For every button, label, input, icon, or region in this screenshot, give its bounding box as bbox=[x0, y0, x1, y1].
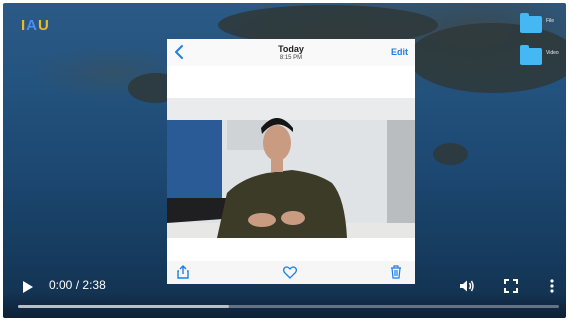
play-icon bbox=[23, 281, 33, 293]
current-time: 0:00 bbox=[49, 278, 73, 292]
more-options-button[interactable] bbox=[544, 278, 560, 294]
photo-date-title: Today bbox=[278, 44, 304, 54]
fullscreen-button[interactable] bbox=[503, 278, 519, 294]
logo-letter: A bbox=[26, 17, 39, 34]
video-controls: 0:00 / 2:38 bbox=[3, 265, 566, 318]
desktop-folder-video[interactable]: Video bbox=[520, 45, 559, 65]
photo-content bbox=[167, 98, 415, 238]
phone-photo-viewer: Today 8:15 PM Edit bbox=[167, 39, 415, 284]
photo-image bbox=[167, 98, 415, 238]
progress-bar[interactable] bbox=[18, 305, 559, 308]
volume-icon bbox=[460, 280, 474, 292]
time-display: 0:00 / 2:38 bbox=[49, 278, 106, 292]
video-player-frame: IAU File Video Today 8:15 PM Edit 0:00 /… bbox=[0, 0, 569, 323]
desktop-folder-file[interactable]: File bbox=[520, 13, 556, 33]
time-separator: / bbox=[75, 278, 80, 292]
play-button[interactable] bbox=[21, 280, 35, 294]
volume-button[interactable] bbox=[459, 278, 475, 294]
photo-header: Today 8:15 PM Edit bbox=[167, 39, 415, 66]
more-vert-icon bbox=[550, 279, 554, 293]
folder-icon bbox=[520, 45, 542, 65]
buffered-progress bbox=[18, 305, 229, 308]
logo-letter: U bbox=[38, 17, 50, 34]
desktop-icon-label: File bbox=[546, 18, 555, 24]
desktop-logo: IAU bbox=[21, 17, 50, 34]
duration: 2:38 bbox=[82, 278, 106, 292]
video-surface[interactable]: IAU File Video Today 8:15 PM Edit 0:00 /… bbox=[3, 3, 566, 318]
photo-time: 8:15 PM bbox=[279, 55, 303, 61]
fullscreen-icon bbox=[504, 279, 518, 293]
folder-icon bbox=[520, 13, 542, 33]
background-island bbox=[433, 143, 468, 165]
desktop-icon-label: Video bbox=[546, 50, 559, 56]
edit-button[interactable]: Edit bbox=[391, 47, 408, 57]
